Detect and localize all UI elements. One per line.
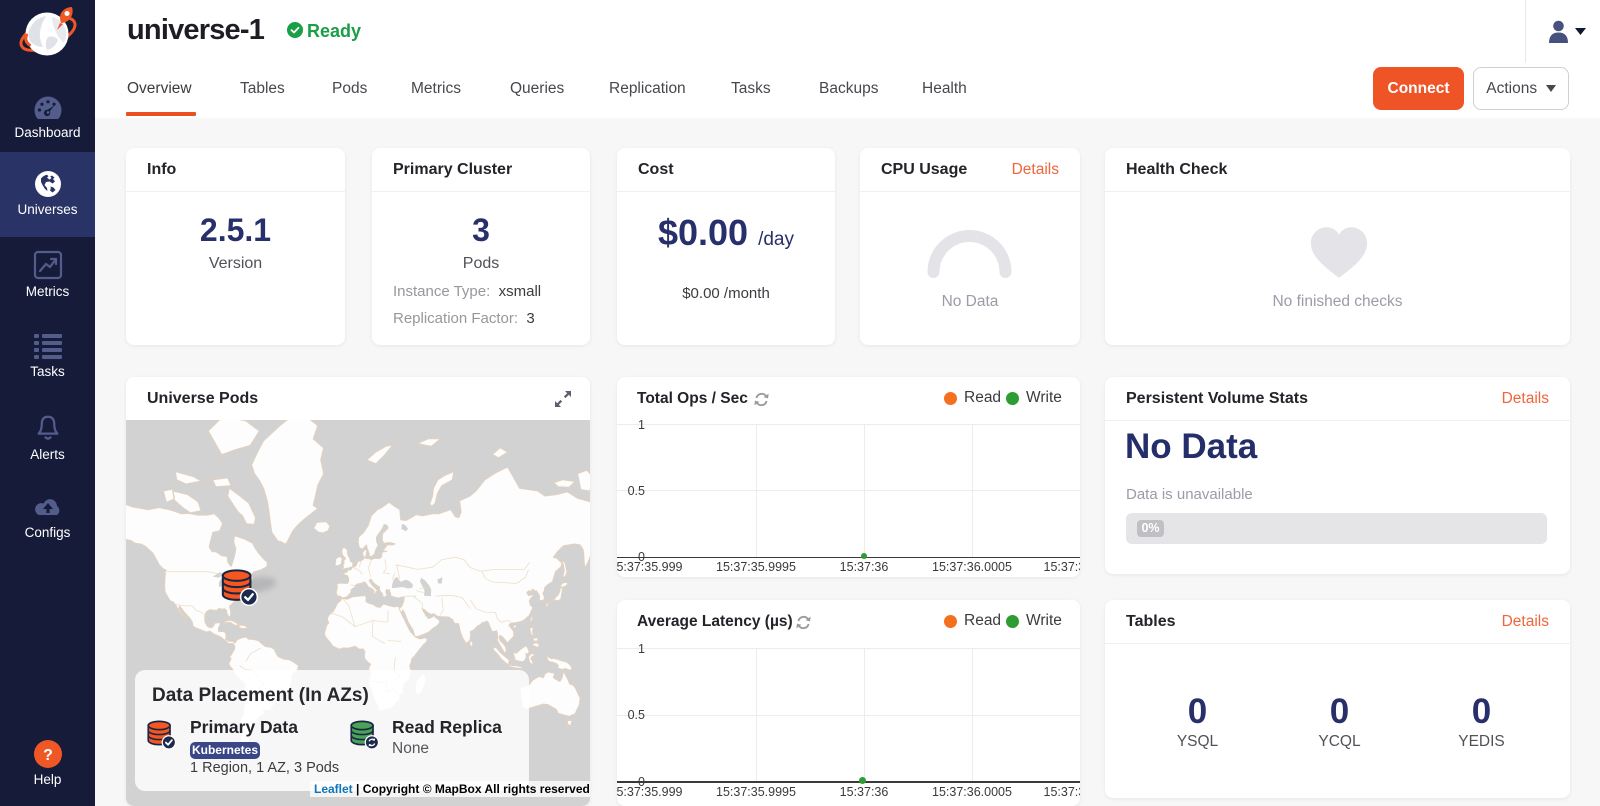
svg-text:?: ?	[43, 747, 53, 764]
